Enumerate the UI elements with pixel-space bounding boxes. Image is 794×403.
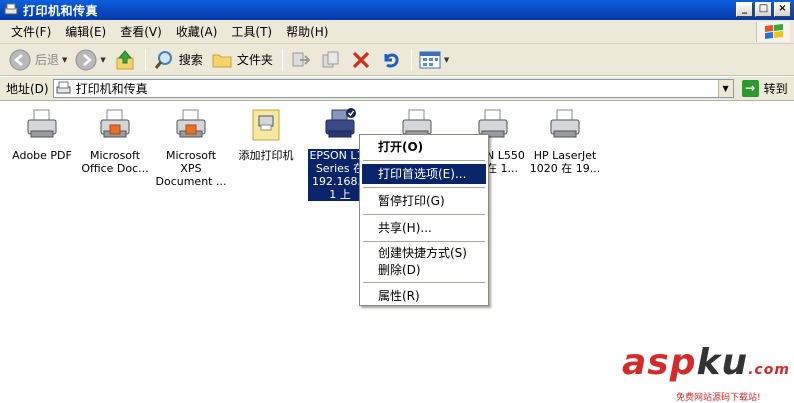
watermark-tagline: 免费网站源码下载站! (676, 393, 761, 403)
copy-to-icon (322, 51, 339, 67)
printer-label: 添加打印机 (238, 149, 294, 162)
undo-button[interactable] (377, 47, 405, 73)
menu-separator (363, 282, 485, 283)
folders-button[interactable]: 文件夹 (208, 47, 276, 73)
views-icon (419, 51, 441, 68)
ctx-properties[interactable]: 属性(R) (362, 286, 486, 306)
ctx-open[interactable]: 打开(O) (362, 137, 486, 157)
printer-item-adobe-pdf[interactable]: Adobe PDF (5, 108, 79, 162)
printer-item-xps-document[interactable]: Microsoft XPS Document ... (154, 108, 228, 188)
back-arrow-icon (9, 49, 31, 70)
ctx-pause-printing[interactable]: 暂停打印(G) (362, 191, 486, 211)
menu-separator (363, 187, 485, 188)
go-button[interactable]: → 转到 (741, 80, 788, 97)
close-button[interactable]: × (774, 2, 791, 17)
address-dropdown-icon[interactable]: ▼ (717, 80, 733, 97)
toolbar-separator (410, 48, 412, 71)
back-label: 后退 (35, 53, 60, 67)
context-menu: 打开(O) 打印首选项(E)... 暂停打印(G) 共享(H)... 创建快捷方… (359, 134, 489, 306)
menu-favorites[interactable]: 收藏(A) (169, 22, 225, 42)
watermark-brand-b: ku (696, 342, 749, 383)
window-title: 打印机和传真 (23, 3, 99, 18)
menu-separator (363, 214, 485, 215)
go-label: 转到 (763, 82, 788, 96)
watermark-brand-a: asp (622, 342, 697, 383)
add-printer-item[interactable]: 添加打印机 (229, 108, 303, 162)
back-button[interactable]: 后退 ▼ (6, 47, 70, 73)
ctx-sharing[interactable]: 共享(H)... (362, 218, 486, 238)
address-input[interactable]: 打印机和传真 ▼ (52, 79, 734, 98)
printer-label: Microsoft XPS Document ... (155, 149, 227, 188)
address-label: 地址(D) (6, 82, 49, 96)
printer-item-office-doc[interactable]: Microsoft Office Doc... (78, 108, 152, 175)
menu-bar: 文件(F) 编辑(E) 查看(V) 收藏(A) 工具(T) 帮助(H) (0, 20, 794, 44)
menu-separator (363, 160, 485, 161)
ctx-printing-preferences[interactable]: 打印首选项(E)... (362, 164, 486, 184)
maximize-button[interactable]: □ (755, 2, 772, 17)
folder-icon (212, 54, 232, 67)
printer-item-hp-laserjet[interactable]: HP LaserJet 1020 在 19... (528, 108, 602, 175)
search-label: 搜索 (178, 53, 203, 67)
dropdown-arrow-icon[interactable]: ▼ (62, 56, 67, 64)
printer-label: HP LaserJet 1020 在 19... (529, 149, 601, 175)
undo-icon (384, 53, 399, 67)
forward-arrow-icon (75, 49, 97, 70)
move-to-icon (292, 52, 311, 66)
menu-view[interactable]: 查看(V) (113, 22, 169, 42)
menu-help[interactable]: 帮助(H) (279, 22, 335, 42)
minimize-button[interactable]: _ (736, 2, 753, 17)
printer-label: Adobe PDF (12, 149, 72, 162)
ctx-delete[interactable]: 删除(D) (362, 262, 486, 279)
printer-folder-icon (4, 3, 18, 15)
toolbar-separator (144, 48, 146, 71)
menu-tools[interactable]: 工具(T) (224, 22, 279, 42)
printer-icon (176, 109, 206, 138)
address-bar: 地址(D) 打印机和传真 ▼ → 转到 (0, 77, 794, 101)
printer-default-icon (325, 108, 356, 138)
watermark-logo: aspku.com 免费网站源码下载站! (622, 345, 790, 403)
delete-x-icon (352, 51, 369, 68)
printer-label: Microsoft Office Doc... (81, 149, 149, 175)
forward-button[interactable]: ▼ (72, 47, 108, 73)
add-printer-icon (252, 109, 280, 141)
printer-icon (27, 109, 57, 138)
go-arrow-icon: → (741, 80, 759, 97)
folders-label: 文件夹 (236, 53, 273, 67)
views-button[interactable]: ▼ (416, 47, 452, 73)
printer-icon (100, 109, 130, 138)
delete-button[interactable] (347, 47, 375, 73)
search-icon (154, 50, 172, 69)
dropdown-arrow-icon[interactable]: ▼ (444, 56, 449, 64)
menu-edit[interactable]: 编辑(E) (58, 22, 113, 42)
watermark-brand-c: .com (748, 362, 790, 378)
search-button[interactable]: 搜索 (150, 47, 206, 73)
copy-to-button[interactable] (317, 47, 345, 73)
title-bar[interactable]: 打印机和传真 _ □ × (0, 0, 794, 20)
up-folder-button[interactable] (111, 47, 139, 73)
up-folder-icon (116, 49, 134, 69)
dropdown-arrow-icon[interactable]: ▼ (100, 56, 105, 64)
windows-logo-icon (756, 22, 790, 42)
menu-file[interactable]: 文件(F) (4, 22, 58, 42)
printer-folder-icon (56, 81, 71, 94)
menu-separator (363, 241, 485, 242)
toolbar-separator (281, 48, 283, 71)
printer-icon (550, 109, 580, 138)
move-to-button[interactable] (287, 47, 315, 73)
toolbar: 后退 ▼ ▼ 搜索 文件夹 ▼ (0, 44, 794, 76)
ctx-create-shortcut[interactable]: 创建快捷方式(S) (362, 245, 486, 262)
address-value: 打印机和传真 (75, 82, 148, 96)
